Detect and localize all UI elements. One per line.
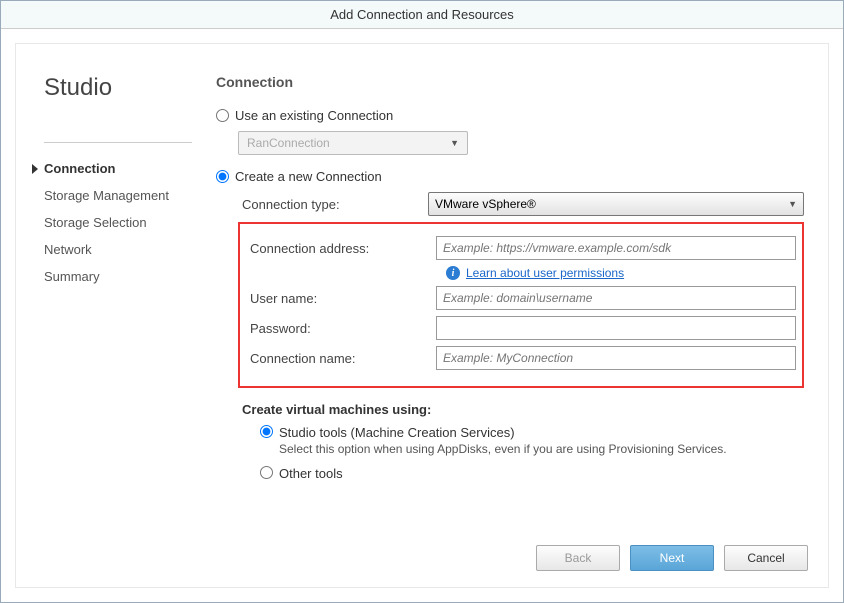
password-input[interactable]: [436, 316, 796, 340]
username-label: User name:: [246, 291, 436, 306]
option-create[interactable]: Create a new Connection: [216, 169, 804, 184]
vm-option-studio-label: Studio tools (Machine Creation Services): [279, 425, 727, 440]
connection-type-label: Connection type:: [238, 197, 428, 212]
username-input[interactable]: [436, 286, 796, 310]
radio-other-tools[interactable]: [260, 466, 273, 479]
chevron-down-icon: ▼: [450, 138, 459, 148]
step-network[interactable]: Network: [44, 236, 216, 263]
step-summary[interactable]: Summary: [44, 263, 216, 290]
option-existing[interactable]: Use an existing Connection: [216, 108, 804, 123]
radio-studio-tools[interactable]: [260, 425, 273, 438]
radio-existing[interactable]: [216, 109, 229, 122]
existing-connection-dropdown: RanConnection ▼: [238, 131, 468, 155]
section-heading: Connection: [216, 74, 804, 90]
vm-option-other[interactable]: Other tools: [260, 466, 804, 481]
option-existing-label: Use an existing Connection: [235, 108, 393, 123]
existing-connection-value: RanConnection: [247, 136, 330, 150]
next-button[interactable]: Next: [630, 545, 714, 571]
radio-create[interactable]: [216, 170, 229, 183]
connection-name-input[interactable]: [436, 346, 796, 370]
info-row: i Learn about user permissions: [446, 266, 796, 280]
step-connection[interactable]: Connection: [44, 155, 216, 182]
cancel-button[interactable]: Cancel: [724, 545, 808, 571]
sidebar-title: Studio: [44, 74, 216, 102]
button-bar: Back Next Cancel: [536, 545, 808, 571]
vm-section-heading: Create virtual machines using:: [242, 402, 804, 417]
sidebar: Studio Connection Storage Management Sto…: [16, 44, 216, 587]
chevron-down-icon: ▼: [788, 199, 797, 209]
highlighted-form-area: Connection address: i Learn about user p…: [238, 222, 804, 388]
vm-option-studio-desc: Select this option when using AppDisks, …: [279, 442, 727, 456]
vm-option-other-label: Other tools: [279, 466, 343, 481]
connection-address-input[interactable]: [436, 236, 796, 260]
connection-type-value: VMware vSphere®: [435, 197, 536, 211]
sidebar-divider: [44, 142, 192, 143]
window-title: Add Connection and Resources: [1, 1, 843, 29]
wizard-body: Studio Connection Storage Management Sto…: [15, 43, 829, 588]
vm-option-studio[interactable]: Studio tools (Machine Creation Services)…: [260, 425, 804, 456]
connection-name-label: Connection name:: [246, 351, 436, 366]
step-storage-selection[interactable]: Storage Selection: [44, 209, 216, 236]
main-panel: Connection Use an existing Connection Ra…: [216, 44, 828, 587]
learn-permissions-link[interactable]: Learn about user permissions: [466, 266, 624, 280]
back-button: Back: [536, 545, 620, 571]
wizard-window: Add Connection and Resources Studio Conn…: [0, 0, 844, 603]
password-label: Password:: [246, 321, 436, 336]
connection-address-label: Connection address:: [246, 241, 436, 256]
connection-type-select[interactable]: VMware vSphere® ▼: [428, 192, 804, 216]
option-create-label: Create a new Connection: [235, 169, 382, 184]
step-storage-management[interactable]: Storage Management: [44, 182, 216, 209]
info-icon: i: [446, 266, 460, 280]
